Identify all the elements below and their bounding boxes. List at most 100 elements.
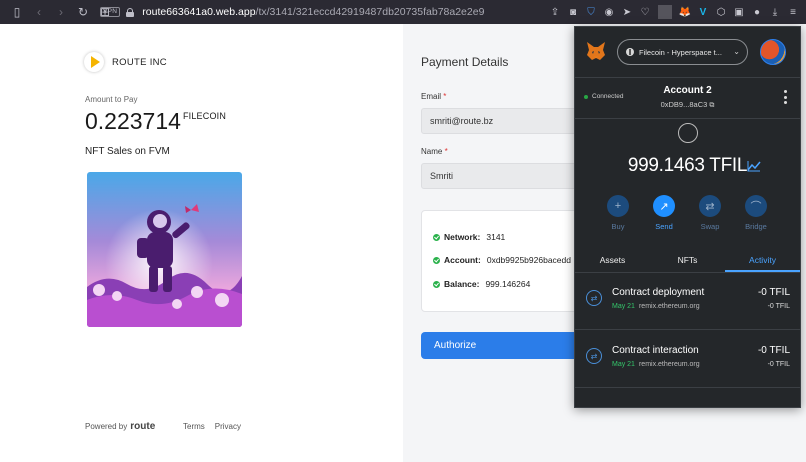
wallet-icon[interactable]: ▣: [732, 5, 746, 19]
browser-toolbar: ▯ ‹ › ↻ ⊞ VPN route663641a0.web.app/tx/3…: [0, 0, 806, 24]
bridge-icon: ⌒: [745, 195, 767, 217]
plus-icon: +: [607, 195, 629, 217]
check-icon: [433, 256, 440, 264]
tab-nfts[interactable]: NFTs: [650, 249, 725, 272]
activity-meta: May 21 remix.ethereum.org: [612, 361, 700, 368]
camera-icon[interactable]: ◙: [566, 5, 580, 19]
privacy-link[interactable]: Privacy: [215, 422, 241, 431]
heart-icon[interactable]: ♡: [638, 5, 652, 19]
activity-date: May 21: [612, 361, 635, 368]
check-icon: [433, 233, 440, 241]
download-icon[interactable]: ⤓: [768, 5, 782, 19]
balance-row: Balance: 999.146264: [433, 279, 530, 289]
activity-amount-sub: -0 TFIL: [767, 361, 790, 368]
sidebar-toggle-icon[interactable]: ▯: [6, 0, 28, 24]
activity-date: May 21: [612, 303, 635, 310]
network-label: Network:: [444, 232, 481, 242]
shield-icon[interactable]: ⛉: [584, 5, 598, 19]
eye-icon[interactable]: ◉: [602, 5, 616, 19]
balance-value: 999.146264: [485, 279, 531, 289]
account-address[interactable]: 0xDB9...8aC3 ⧉: [575, 100, 800, 110]
wallet-balance: 999.1463 TFIL: [627, 155, 748, 176]
balance-label: Balance:: [444, 279, 480, 289]
portfolio-chart-icon[interactable]: [747, 160, 761, 172]
menu-icon[interactable]: ≡: [786, 5, 800, 19]
product-title: NFT Sales on FVM: [85, 146, 170, 157]
payment-details-title: Payment Details: [421, 55, 509, 69]
metamask-extension-icon[interactable]: 🦊: [678, 5, 692, 19]
toolbar-divider: [658, 5, 672, 19]
url-host: route663641a0.web.app: [142, 6, 256, 18]
forward-icon[interactable]: ›: [50, 0, 72, 24]
buy-button[interactable]: + Buy: [598, 195, 638, 231]
tab-activity[interactable]: Activity: [725, 249, 800, 272]
terms-link[interactable]: Terms: [183, 422, 205, 431]
copy-icon[interactable]: ⧉: [709, 102, 714, 109]
metamask-header: Filecoin - Hyperspace t... ⌄: [575, 27, 800, 77]
activity-item[interactable]: ⇄ Contract deployment May 21 remix.ethere…: [575, 274, 800, 330]
amount-currency: FILECOIN: [182, 111, 227, 121]
powered-by-brand[interactable]: route: [130, 421, 155, 432]
account-row: Account: 0xdb9925b926bacedd: [433, 255, 571, 265]
authorize-button[interactable]: Authorize: [421, 332, 591, 359]
vpn-badge[interactable]: VPN: [100, 7, 121, 17]
profile-icon[interactable]: ●: [750, 5, 764, 19]
account-name[interactable]: Account 2: [575, 85, 800, 96]
route-logo-icon: [84, 52, 104, 72]
email-field[interactable]: smriti@route.bz: [421, 108, 591, 134]
kebab-menu-icon[interactable]: [784, 90, 787, 104]
account-avatar[interactable]: [760, 39, 786, 65]
account-address-text: 0xDB9...8aC3: [660, 100, 708, 109]
activity-title: Contract interaction: [612, 345, 699, 356]
email-label-text: Email: [421, 92, 442, 101]
name-field[interactable]: Smriti: [421, 163, 591, 189]
footer-links: Terms Privacy: [183, 422, 241, 431]
arrow-up-right-icon: ↗: [653, 195, 675, 217]
swap-label: Swap: [700, 222, 720, 231]
metamask-popup: Filecoin - Hyperspace t... ⌄ Connected A…: [574, 26, 801, 408]
account-label: Account:: [444, 255, 481, 265]
send-button[interactable]: ↗ Send: [644, 195, 684, 231]
activity-item[interactable]: ⇄ Contract interaction May 21 remix.ether…: [575, 332, 800, 388]
wallet-actions: + Buy ↗ Send ⇄ Swap ⌒ Bridge: [575, 195, 800, 235]
name-label: Name *: [421, 147, 448, 156]
company-name: ROUTE INC: [112, 56, 167, 68]
share-icon[interactable]: ⇪: [548, 5, 562, 19]
email-label: Email *: [421, 92, 446, 101]
lock-icon[interactable]: [126, 7, 135, 17]
swap-icon: ⇄: [699, 195, 721, 217]
activity-meta: May 21 remix.ethereum.org: [612, 303, 700, 310]
activity-title: Contract deployment: [612, 287, 705, 298]
name-label-text: Name: [421, 147, 443, 156]
wallet-tabs: Assets NFTs Activity: [575, 249, 800, 273]
filecoin-icon: [626, 48, 634, 56]
back-icon[interactable]: ‹: [28, 0, 50, 24]
tab-assets[interactable]: Assets: [575, 249, 650, 272]
cube-icon[interactable]: ⬡: [714, 5, 728, 19]
amount-display: 0.223714 FILECOIN: [85, 108, 226, 135]
bridge-button[interactable]: ⌒ Bridge: [736, 195, 776, 231]
account-bar: Connected Account 2 0xDB9...8aC3 ⧉: [575, 77, 800, 119]
activity-amount-sub: -0 TFIL: [767, 303, 790, 310]
nft-image: [87, 172, 242, 327]
vimeo-icon[interactable]: V: [696, 5, 710, 19]
address-bar[interactable]: VPN route663641a0.web.app/tx/3141/321ecc…: [95, 3, 595, 21]
chevron-down-icon: ⌄: [733, 47, 740, 56]
checkout-summary: ROUTE INC Amount to Pay 0.223714 FILECOI…: [0, 24, 403, 462]
token-icon: [678, 123, 698, 143]
activity-origin: remix.ethereum.org: [638, 303, 700, 310]
merchant-header: ROUTE INC: [84, 52, 167, 72]
swap-button[interactable]: ⇄ Swap: [690, 195, 730, 231]
activity-origin: remix.ethereum.org: [638, 361, 700, 368]
metamask-fox-icon: [587, 42, 605, 60]
reload-icon[interactable]: ↻: [72, 0, 94, 24]
amount-value: 0.223714: [85, 108, 181, 134]
network-selector[interactable]: Filecoin - Hyperspace t... ⌄: [617, 39, 748, 65]
buy-label: Buy: [611, 222, 625, 231]
required-mark: *: [444, 147, 448, 156]
network-name: Filecoin - Hyperspace t...: [639, 47, 722, 57]
toolbar-actions: ⇪ ◙ ⛉ ◉ ➤ ♡ 🦊 V ⬡ ▣ ● ⤓ ≡: [548, 0, 800, 24]
network-value: 3141: [486, 232, 506, 242]
activity-amount: -0 TFIL: [757, 287, 790, 298]
send-icon[interactable]: ➤: [620, 5, 634, 19]
